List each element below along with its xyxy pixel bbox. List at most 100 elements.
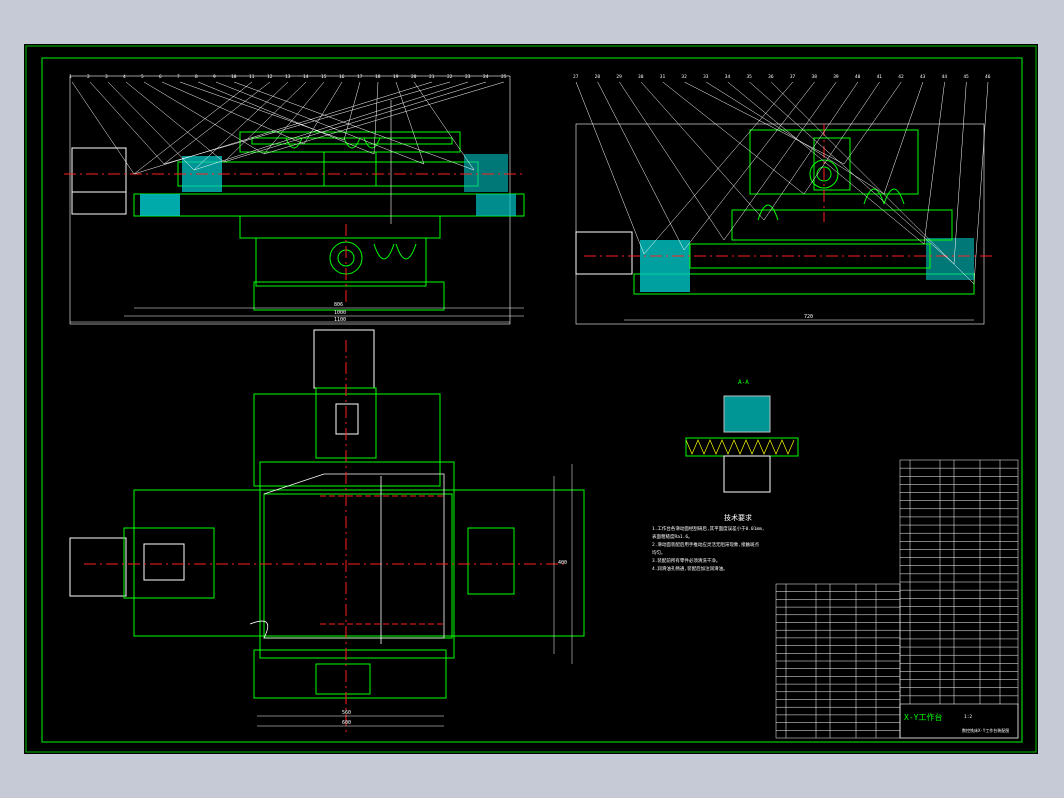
callout-number: 44 <box>942 74 948 80</box>
callout-number: 28 <box>595 74 601 80</box>
callout-number: 22 <box>447 74 453 80</box>
callout-leader <box>640 81 765 221</box>
callout-leader <box>179 81 345 141</box>
callout-leader <box>843 81 902 165</box>
callout-number: 19 <box>393 74 399 80</box>
technical-requirements: 技术要求 1.工作台各滑动面经刮研后,其平面度误差小于0.01mm, 表面粗糙度… <box>652 513 765 572</box>
callout-number: 31 <box>660 74 666 80</box>
dim-plan-height: 400 <box>558 560 567 566</box>
callout-number: 2 <box>87 74 90 80</box>
detail-view: A-A <box>685 379 799 493</box>
callout-number: 38 <box>812 74 818 80</box>
callout-leader <box>133 81 433 175</box>
title-block-scale: 1:2 <box>964 714 972 720</box>
callout-number: 33 <box>703 74 709 80</box>
callout-leader <box>233 81 475 171</box>
callout-number: 3 <box>105 74 108 80</box>
callout-number: 45 <box>963 74 969 80</box>
dim-top-left-b: 1000 <box>334 310 346 316</box>
callout-leader <box>662 81 805 195</box>
callout-leader <box>303 81 343 145</box>
callout-number: 11 <box>249 74 255 80</box>
callout-leader <box>413 81 475 171</box>
callout-number: 40 <box>855 74 861 80</box>
callout-number: 1 <box>69 74 72 80</box>
callout-number: 23 <box>465 74 471 80</box>
callout-number: 37 <box>790 74 796 80</box>
callout-number: 4 <box>123 74 126 80</box>
callout-leader <box>161 81 305 145</box>
parts-list-right <box>899 459 1019 739</box>
callout-number: 35 <box>746 74 752 80</box>
title-block: X-Y工作台 1:2 数控铣床X-Y工作台装配图 <box>899 703 1019 739</box>
tech-requirement-line: 4.润滑油孔畅通,装配后加注润滑油。 <box>652 565 728 572</box>
callout-number: 25 <box>501 74 507 80</box>
callout-leader <box>923 81 945 245</box>
callout-number: 14 <box>303 74 309 80</box>
parts-list-left <box>775 583 901 739</box>
dim-plan-width-a: 560 <box>342 710 351 716</box>
callout-number: 42 <box>898 74 904 80</box>
callout-leader <box>575 81 645 255</box>
callout-number: 18 <box>375 74 381 80</box>
drawing-canvas: 806 1000 1100 1 2 3 4 5 6 7 8 9 10 11 12 13 14 15 16 17 1… <box>24 44 1038 754</box>
callout-number: 46 <box>985 74 991 80</box>
callout-number: 30 <box>638 74 644 80</box>
callout-number: 32 <box>681 74 687 80</box>
callout-leader <box>263 81 505 155</box>
callout-leader <box>973 81 989 285</box>
callout-number: 41 <box>877 74 883 80</box>
dim-plan-width-b: 600 <box>342 720 351 726</box>
callout-number: 10 <box>231 74 237 80</box>
side-section-view: 720 27 28 29 30 31 32 33 34 35 36 37 38 39 40 41 42 43 44… <box>573 74 992 325</box>
callout-leader <box>763 81 859 221</box>
dim-top-left-c: 1100 <box>334 317 346 323</box>
callout-number: 21 <box>429 74 435 80</box>
tech-requirement-line: 3.装配前所有零件必须清洗干净。 <box>652 557 720 564</box>
tech-requirements-heading: 技术要求 <box>724 513 752 522</box>
callout-number: 9 <box>213 74 216 80</box>
callout-leader <box>643 81 794 255</box>
callout-number: 12 <box>267 74 273 80</box>
tech-requirement-line: 表面粗糙度Ra1.6。 <box>652 533 693 540</box>
plan-view: 560 600 400 <box>69 329 585 734</box>
callout-number: 16 <box>339 74 345 80</box>
callout-number: 8 <box>195 74 198 80</box>
callout-number: 24 <box>483 74 489 80</box>
dim-top-left-a: 806 <box>334 302 343 308</box>
outer-border <box>25 45 1037 753</box>
tech-requirement-line: 2.滑动面装配后用手推动应灵活无阻滞现象,接触斑点 <box>652 541 760 548</box>
callout-leader <box>684 81 845 165</box>
callout-leader <box>343 81 361 141</box>
callout-leader <box>89 81 165 165</box>
callout-leader <box>953 81 967 265</box>
callout-leader <box>770 81 975 285</box>
callout-leader <box>107 81 195 171</box>
callout-number: 13 <box>285 74 291 80</box>
callout-leader <box>683 81 815 251</box>
callout-leader <box>71 81 135 175</box>
callout-leader <box>223 81 487 163</box>
detail-label: A-A <box>738 379 749 386</box>
callout-number: 36 <box>768 74 774 80</box>
callout-number: 15 <box>321 74 327 80</box>
callout-number: 39 <box>833 74 839 80</box>
callout-number: 5 <box>141 74 144 80</box>
callout-number: 6 <box>159 74 162 80</box>
callout-number: 17 <box>357 74 363 80</box>
dim-top-right: 720 <box>804 314 813 320</box>
callout-leader <box>125 81 225 163</box>
tech-requirement-line: 均匀。 <box>652 549 666 556</box>
callout-leader <box>143 81 265 155</box>
callout-number: 34 <box>725 74 731 80</box>
front-section-view: 806 1000 1100 1 2 3 4 5 6 7 8 9 10 11 12 13 14 15 16 17 1… <box>64 74 525 325</box>
title-block-title: X-Y工作台 <box>904 712 942 722</box>
callout-number: 7 <box>177 74 180 80</box>
callout-leader <box>597 81 685 251</box>
callout-leader <box>883 81 924 195</box>
callout-number: 43 <box>920 74 926 80</box>
callout-number: 27 <box>573 74 579 80</box>
title-block-drawing-name: 数控铣床X-Y工作台装配图 <box>962 727 1009 733</box>
callout-leader <box>619 81 725 241</box>
callout-number: 20 <box>411 74 417 80</box>
